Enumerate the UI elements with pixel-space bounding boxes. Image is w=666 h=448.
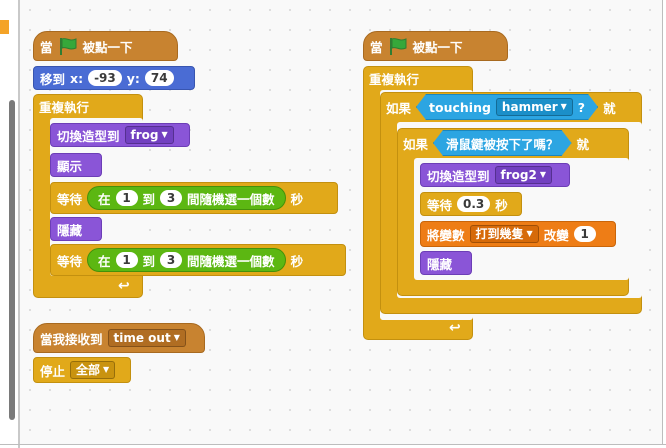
- wait-seconds-block[interactable]: 等待 0.3 秒: [420, 192, 522, 216]
- condition-label: ?: [577, 99, 586, 115]
- unit-label: 秒: [495, 197, 508, 213]
- dropdown-value: time out: [113, 331, 171, 345]
- hat-label: 當: [40, 39, 53, 55]
- block-label: 將變數: [427, 227, 465, 243]
- switch-costume-block[interactable]: 切換造型到 frog ▼: [50, 123, 190, 147]
- palette-scrollbar[interactable]: [9, 100, 15, 420]
- change-variable-block[interactable]: 將變數 打到幾隻 ▼ 改變 1: [420, 221, 616, 247]
- touching-condition[interactable]: touching hammer ▼ ?: [416, 94, 598, 120]
- block-label: 隱藏: [427, 256, 453, 272]
- mouse-down-condition[interactable]: 滑鼠鍵被按下了嗎？: [433, 130, 572, 156]
- green-flag-icon: [59, 38, 77, 55]
- if-header: 如果 touching hammer ▼ ? 就: [380, 92, 642, 122]
- pick-random-reporter[interactable]: 在 1 到 3 間隨機選一個數: [87, 186, 286, 210]
- scratch-editor: 當 被點一下 移到 x: -93 y: 74 重複執行 ↩ 切換造型到 frog…: [0, 0, 666, 448]
- block-label: 切換造型到: [57, 128, 120, 144]
- block-label: 等待: [57, 253, 83, 269]
- block-label: 重複執行: [39, 99, 90, 115]
- random-to-input[interactable]: 3: [160, 252, 183, 268]
- touching-target-dropdown[interactable]: hammer ▼: [496, 98, 573, 116]
- block-label: 停止: [40, 363, 66, 379]
- hat-label: 當: [370, 39, 383, 55]
- reporter-label: 間隨機選一個數: [187, 191, 275, 207]
- dropdown-value: frog2: [500, 168, 537, 182]
- chevron-down-icon: ▼: [539, 170, 546, 179]
- unit-label: 秒: [290, 191, 304, 207]
- block-label: 如果: [386, 100, 412, 116]
- chevron-down-icon: ▼: [103, 365, 110, 374]
- block-label: 改變: [543, 227, 569, 243]
- hat-label: 當我接收到: [40, 331, 103, 347]
- chevron-down-icon: ▼: [161, 130, 168, 139]
- wait-seconds-block[interactable]: 等待 在 1 到 3 間隨機選一個數 秒: [50, 182, 338, 214]
- condition-label: touching: [429, 99, 491, 115]
- dropdown-value: 打到幾隻: [475, 227, 524, 241]
- block-label: 等待: [427, 197, 453, 213]
- message-dropdown[interactable]: time out ▼: [107, 329, 186, 347]
- block-label: 就: [576, 136, 590, 152]
- variable-dropdown[interactable]: 打到幾隻 ▼: [469, 225, 539, 243]
- y-input[interactable]: 74: [144, 70, 174, 86]
- unit-label: 秒: [290, 253, 304, 269]
- dropdown-value: frog: [130, 128, 159, 142]
- chevron-down-icon: ▼: [526, 229, 533, 238]
- reporter-label: 間隨機選一個數: [187, 253, 275, 269]
- stop-option-dropdown[interactable]: 全部 ▼: [70, 361, 116, 379]
- costume-dropdown[interactable]: frog ▼: [124, 126, 174, 144]
- x-label: x:: [70, 70, 84, 86]
- condition-label: 滑鼠鍵被按下了嗎？: [446, 136, 559, 152]
- if-header: 如果 滑鼠鍵被按下了嗎？ 就: [397, 128, 629, 158]
- hide-block[interactable]: 隱藏: [420, 251, 472, 275]
- green-flag-icon: [389, 38, 407, 55]
- switch-costume-block[interactable]: 切換造型到 frog2 ▼: [420, 163, 570, 187]
- chevron-down-icon: ▼: [560, 102, 567, 111]
- when-flag-clicked-hat[interactable]: 當 被點一下: [33, 31, 178, 61]
- pick-random-reporter[interactable]: 在 1 到 3 間隨機選一個數: [87, 248, 286, 272]
- block-label: 重複執行: [369, 71, 420, 87]
- stop-block[interactable]: 停止 全部 ▼: [33, 357, 131, 383]
- hat-label: 被點一下: [412, 39, 463, 55]
- show-block[interactable]: 顯示: [50, 153, 102, 177]
- y-label: y:: [126, 70, 140, 86]
- hat-label: 被點一下: [82, 39, 133, 55]
- forever-header: 重複執行: [33, 94, 143, 118]
- block-label: 等待: [57, 191, 83, 207]
- block-label: 就: [603, 100, 616, 116]
- chevron-down-icon: ▼: [173, 333, 180, 342]
- block-label: 顯示: [57, 158, 83, 174]
- random-to-input[interactable]: 3: [160, 190, 183, 206]
- change-amount-input[interactable]: 1: [573, 226, 596, 242]
- when-i-receive-hat[interactable]: 當我接收到 time out ▼: [33, 323, 205, 353]
- reporter-label: 到: [142, 191, 156, 207]
- reporter-label: 在: [98, 253, 111, 269]
- block-label: 如果: [403, 136, 429, 152]
- wait-seconds-block[interactable]: 等待 在 1 到 3 間隨機選一個數 秒: [50, 244, 346, 276]
- go-to-xy-block[interactable]: 移到 x: -93 y: 74: [33, 66, 195, 90]
- palette-edge: [0, 0, 20, 448]
- category-tab[interactable]: [0, 20, 9, 34]
- block-label: 移到: [40, 71, 66, 87]
- when-flag-clicked-hat[interactable]: 當 被點一下: [363, 31, 508, 61]
- random-from-input[interactable]: 1: [115, 252, 138, 268]
- reporter-label: 在: [98, 191, 111, 207]
- random-from-input[interactable]: 1: [115, 190, 138, 206]
- loop-arrow-icon: ↩: [118, 278, 130, 294]
- hide-block[interactable]: 隱藏: [50, 217, 102, 241]
- dropdown-value: 全部: [76, 363, 101, 377]
- divider: [0, 444, 666, 445]
- block-label: 切換造型到: [427, 168, 490, 184]
- loop-arrow-icon: ↩: [449, 320, 461, 336]
- x-input[interactable]: -93: [88, 70, 122, 86]
- forever-header: 重複執行: [363, 66, 473, 90]
- reporter-label: 到: [142, 253, 156, 269]
- block-label: 隱藏: [57, 222, 83, 238]
- costume-dropdown[interactable]: frog2 ▼: [494, 166, 552, 184]
- wait-input[interactable]: 0.3: [457, 196, 491, 212]
- dropdown-value: hammer: [501, 100, 558, 114]
